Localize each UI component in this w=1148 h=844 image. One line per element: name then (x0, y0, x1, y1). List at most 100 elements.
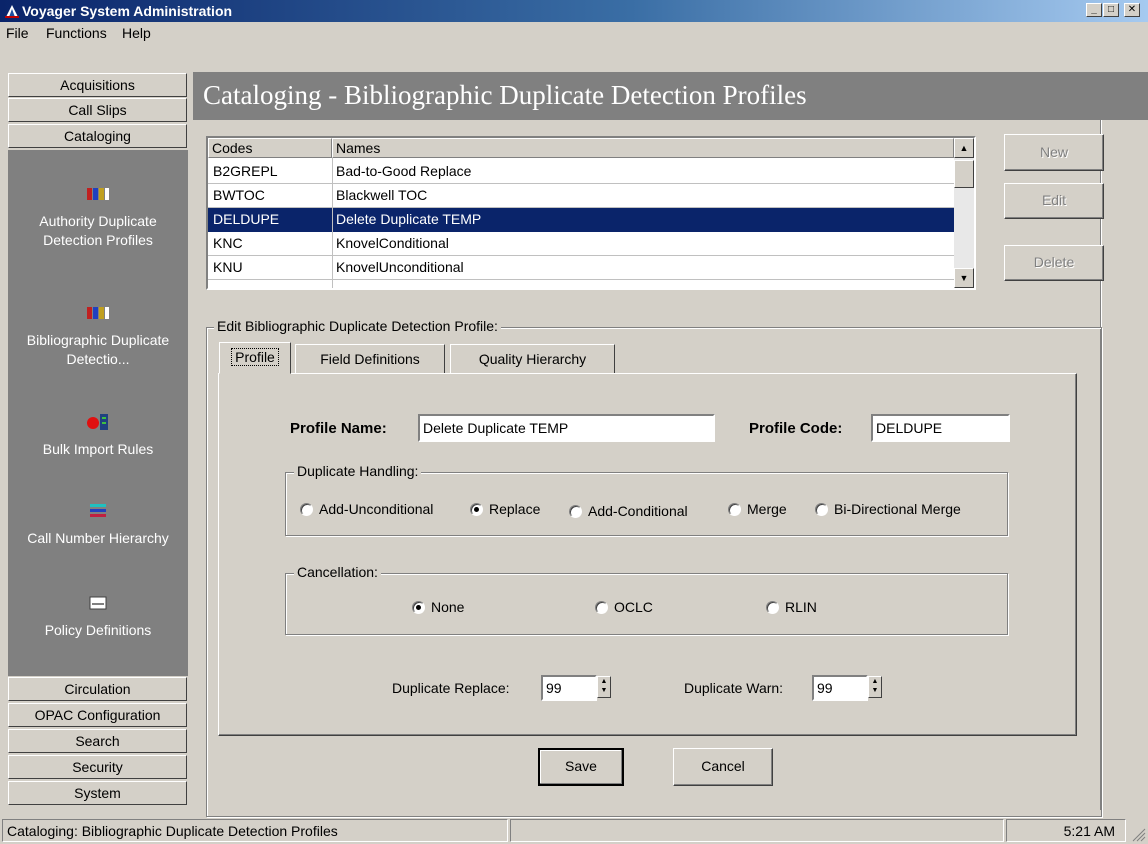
duplicate-handling-legend: Duplicate Handling: (294, 463, 422, 479)
tab-profile[interactable]: Profile (219, 342, 291, 374)
module-acquisitions[interactable]: Acquisitions (8, 73, 187, 97)
edit-button[interactable]: Edit (1004, 183, 1104, 219)
row-code: KNU (213, 259, 243, 275)
module-circulation[interactable]: Circulation (8, 677, 187, 701)
profile-name-label: Profile Name: (290, 420, 387, 437)
table-row[interactable]: KNU KnovelUnconditional (208, 256, 954, 280)
sidebar-item-bibliographic-profiles[interactable]: Bibliographic Duplicate Detectio... (8, 303, 188, 369)
table-row[interactable]: BWTOC Blackwell TOC (208, 184, 954, 208)
resize-grip-icon[interactable] (1130, 826, 1146, 842)
profiles-list[interactable]: Codes Names B2GREPL Bad-to-Good Replace … (206, 136, 976, 290)
module-security[interactable]: Security (8, 755, 187, 779)
row-divider (208, 183, 954, 184)
row-name: KnovelUnconditional (336, 259, 464, 275)
minimize-button[interactable]: _ (1086, 3, 1102, 17)
duplicate-replace-stepper[interactable]: ▲ ▼ (597, 676, 611, 698)
tab-quality-hierarchy[interactable]: Quality Hierarchy (450, 344, 615, 374)
row-name: Bad-to-Good Replace (336, 163, 472, 179)
radio-label: Merge (747, 501, 787, 517)
delete-button[interactable]: Delete (1004, 245, 1104, 281)
duplicate-warn-stepper[interactable]: ▲ ▼ (868, 676, 882, 698)
radio-oclc[interactable]: OCLC (595, 599, 653, 615)
radio-rlin[interactable]: RLIN (766, 599, 817, 615)
row-name: KnovelConditional (336, 235, 449, 251)
module-system[interactable]: System (8, 781, 187, 805)
menu-help[interactable]: Help (122, 25, 151, 41)
column-header-codes[interactable]: Codes (208, 138, 332, 158)
import-icon (87, 414, 108, 430)
profile-code-field[interactable] (871, 414, 1010, 442)
duplicate-replace-label: Duplicate Replace: (392, 680, 510, 696)
radio-add-unconditional[interactable]: Add-Unconditional (300, 501, 433, 517)
scroll-thumb[interactable] (954, 160, 974, 188)
tab-field-definitions[interactable]: Field Definitions (295, 344, 445, 374)
sidebar-item-bulk-import-rules[interactable]: Bulk Import Rules (8, 412, 188, 459)
tab-label: Profile (231, 348, 279, 366)
voyager-logo-icon (5, 5, 19, 18)
duplicate-warn-label: Duplicate Warn: (684, 680, 784, 696)
radio-label: Bi-Directional Merge (834, 501, 961, 517)
module-call-slips[interactable]: Call Slips (8, 98, 187, 122)
row-divider (208, 255, 954, 256)
sidebar-item-label: Bulk Import Rules (42, 441, 154, 457)
new-button[interactable]: New (1004, 134, 1104, 171)
table-row-selected[interactable]: DELDUPE Delete Duplicate TEMP (208, 208, 954, 232)
cancellation-legend: Cancellation: (294, 564, 381, 580)
scroll-down-icon[interactable]: ▼ (954, 268, 974, 288)
sidebar-item-label: Call Number Hierarchy (27, 530, 169, 546)
window-title: Voyager System Administration (22, 3, 233, 19)
menu-bar: File Functions Help (0, 22, 1148, 44)
radio-selected-icon (412, 600, 425, 614)
save-button[interactable]: Save (538, 748, 624, 786)
status-panel-empty (510, 819, 1004, 842)
module-search[interactable]: Search (8, 729, 187, 753)
close-button[interactable]: ✕ (1124, 3, 1140, 17)
radio-label: Add-Unconditional (319, 501, 434, 517)
radio-bi-directional-merge[interactable]: Bi-Directional Merge (815, 501, 961, 517)
radio-merge[interactable]: Merge (728, 501, 787, 517)
row-name: Delete Duplicate TEMP (336, 211, 482, 227)
row-code: BWTOC (213, 187, 265, 203)
save-button-label: Save (565, 758, 597, 774)
radio-label: OCLC (614, 599, 653, 615)
profile-icon (87, 307, 109, 319)
radio-icon (766, 600, 779, 614)
maximize-button[interactable]: □ (1103, 3, 1119, 17)
table-row[interactable]: B2GREPL Bad-to-Good Replace (208, 160, 954, 184)
module-cataloging[interactable]: Cataloging (8, 124, 187, 148)
column-header-names[interactable]: Names (332, 138, 954, 158)
menu-file[interactable]: File (6, 25, 29, 41)
module-opac-configuration[interactable]: OPAC Configuration (8, 703, 187, 727)
menu-functions[interactable]: Functions (46, 25, 107, 41)
chevron-up-icon[interactable]: ▲ (872, 678, 879, 685)
sidebar-item-policy-definitions[interactable]: Policy Definitions (8, 593, 188, 640)
radio-icon (595, 600, 608, 614)
status-time: 5:21 AM (1006, 819, 1126, 842)
scroll-up-icon[interactable]: ▲ (954, 138, 974, 158)
table-row[interactable]: KNC KnovelConditional (208, 232, 954, 256)
radio-add-conditional[interactable]: Add-Conditional (569, 503, 688, 519)
profile-name-field[interactable] (418, 414, 715, 442)
sidebar-item-call-number-hierarchy[interactable]: Call Number Hierarchy (8, 501, 188, 548)
radio-icon (728, 502, 741, 516)
duplicate-warn-field[interactable] (812, 675, 868, 701)
radio-label: Add-Conditional (588, 503, 688, 519)
radio-label: RLIN (785, 599, 817, 615)
edit-profile-legend: Edit Bibliographic Duplicate Detection P… (214, 318, 501, 334)
chevron-down-icon[interactable]: ▼ (601, 687, 608, 694)
page-title: Cataloging - Bibliographic Duplicate Det… (203, 80, 807, 110)
hierarchy-icon (90, 504, 106, 517)
duplicate-replace-field[interactable] (541, 675, 597, 701)
profile-icon (87, 188, 109, 200)
column-divider (332, 158, 333, 288)
row-code: B2GREPL (213, 163, 278, 179)
list-scrollbar[interactable]: ▲ ▼ (954, 138, 974, 288)
cancel-button[interactable]: Cancel (673, 748, 773, 786)
radio-none[interactable]: None (412, 599, 464, 615)
chevron-up-icon[interactable]: ▲ (601, 678, 608, 685)
radio-replace[interactable]: Replace (470, 501, 540, 517)
status-bar: Cataloging: Bibliographic Duplicate Dete… (0, 816, 1148, 844)
sidebar-item-authority-profiles[interactable]: Authority Duplicate Detection Profiles (8, 184, 188, 250)
radio-icon (815, 502, 828, 516)
chevron-down-icon[interactable]: ▼ (872, 687, 879, 694)
